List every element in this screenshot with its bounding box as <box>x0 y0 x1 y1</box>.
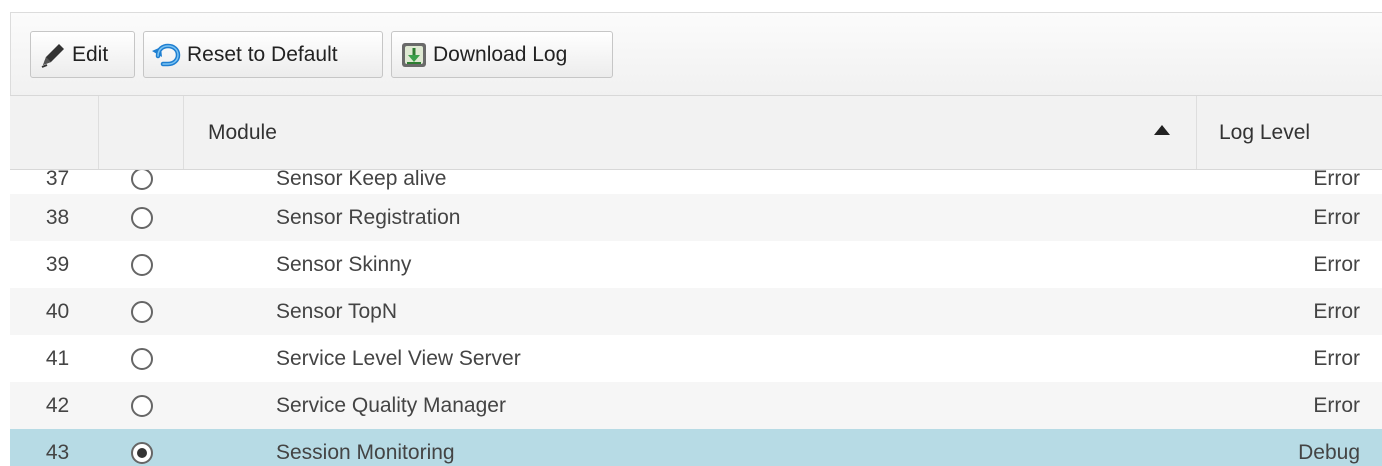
table-row[interactable]: 42 Service Quality Manager Error <box>10 382 1382 429</box>
row-radio-cell <box>99 335 184 382</box>
table-body: 37 Sensor Keep alive Error 38 Sensor Reg… <box>10 170 1382 466</box>
row-radio-cell <box>99 241 184 288</box>
row-radio[interactable] <box>130 300 153 323</box>
download-button-label: Download Log <box>433 42 568 66</box>
row-module: Service Quality Manager <box>276 393 506 417</box>
edit-button-label: Edit <box>72 42 109 66</box>
row-log-level: Error <box>1313 252 1360 276</box>
reset-to-default-button[interactable]: Reset to Default <box>143 31 383 78</box>
row-radio[interactable] <box>130 394 153 417</box>
row-log-level: Error <box>1313 346 1360 370</box>
row-log-level: Error <box>1313 299 1360 323</box>
log-settings-panel: Edit Reset to Default Download Log Modul… <box>0 0 1382 466</box>
column-header-log-level[interactable]: Log Level <box>1197 96 1382 169</box>
column-header-select <box>99 96 184 169</box>
table-row[interactable]: 41 Service Level View Server Error <box>10 335 1382 382</box>
row-module: Sensor Registration <box>276 205 461 229</box>
row-module: Sensor Skinny <box>276 252 412 276</box>
toolbar: Edit Reset to Default Download Log <box>10 12 1382 95</box>
table-row[interactable]: 40 Sensor TopN Error <box>10 288 1382 335</box>
row-module: Sensor TopN <box>276 299 398 323</box>
table-row-selected[interactable]: 43 Session Monitoring Debug <box>10 429 1382 466</box>
log-level-header-label: Log Level <box>1219 120 1311 144</box>
row-radio-cell <box>99 429 184 466</box>
top-spacer <box>0 0 1382 12</box>
row-radio-cell <box>99 194 184 241</box>
row-radio[interactable] <box>130 206 153 229</box>
table-row[interactable]: 39 Sensor Skinny Error <box>10 241 1382 288</box>
column-header-module[interactable]: Module <box>184 96 1197 169</box>
row-number: 42 <box>45 393 70 417</box>
row-radio[interactable] <box>130 253 153 276</box>
row-module: Session Monitoring <box>276 440 455 464</box>
pencil-icon <box>38 40 68 70</box>
row-number: 40 <box>45 299 70 323</box>
row-radio[interactable] <box>130 347 153 370</box>
module-header-label: Module <box>208 120 277 144</box>
row-log-level: Error <box>1313 205 1360 229</box>
download-log-icon <box>399 40 429 70</box>
sort-ascending-icon[interactable] <box>1154 125 1170 135</box>
edit-button[interactable]: Edit <box>30 31 135 78</box>
row-number: 41 <box>45 346 70 370</box>
row-number: 43 <box>45 440 70 464</box>
row-number: 38 <box>45 205 70 229</box>
row-module: Service Level View Server <box>276 346 521 370</box>
table-header: Module Log Level <box>10 95 1382 170</box>
row-log-level: Debug <box>1298 440 1360 464</box>
column-header-number <box>10 96 99 169</box>
row-radio-cell <box>99 288 184 335</box>
row-number: 39 <box>45 252 70 276</box>
table-row[interactable]: 38 Sensor Registration Error <box>10 194 1382 241</box>
row-radio-checked[interactable] <box>130 441 153 464</box>
row-radio-cell <box>99 382 184 429</box>
row-radio[interactable] <box>130 170 153 190</box>
undo-arrow-icon <box>151 40 183 70</box>
reset-button-label: Reset to Default <box>187 42 338 66</box>
row-log-level: Error <box>1313 393 1360 417</box>
download-log-button[interactable]: Download Log <box>391 31 613 78</box>
